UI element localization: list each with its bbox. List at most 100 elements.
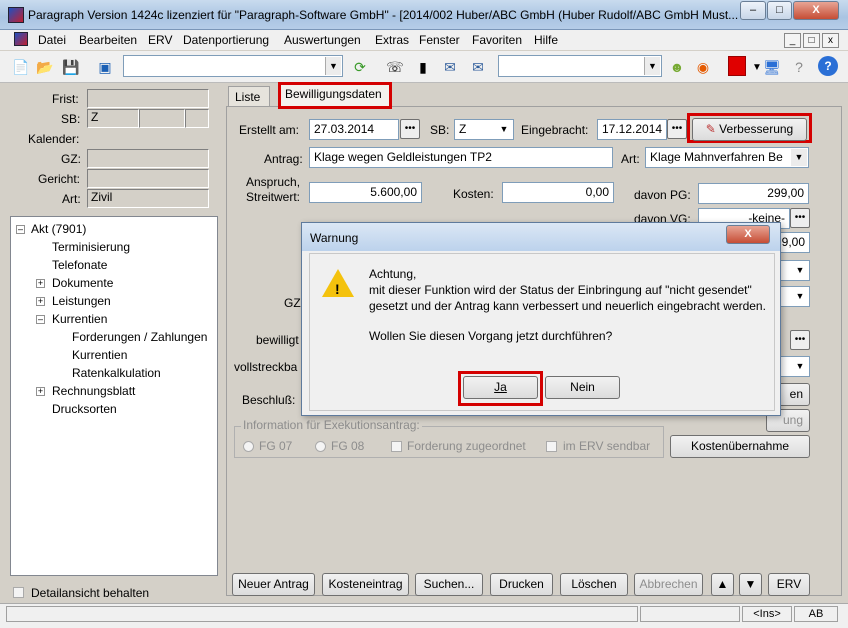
menu-favoriten[interactable]: Favoriten (472, 33, 522, 47)
gz-field (87, 149, 209, 168)
tree-item-dokumente[interactable]: Dokumente (52, 276, 113, 290)
erstellt-input[interactable]: 27.03.2014 (309, 119, 399, 140)
detail-checkbox-label: Detailansicht behalten (31, 586, 150, 600)
chevron-down-icon[interactable]: ▼ (791, 149, 807, 166)
mobile-phone-icon[interactable]: ▮ (414, 58, 432, 76)
dialog-close-button[interactable]: X (726, 225, 770, 244)
tree-item-kurrentien-sub[interactable]: Kurrentien (72, 348, 127, 362)
collapse-icon[interactable]: – (36, 315, 45, 324)
frist-label: Frist: (52, 92, 79, 106)
maximize-button[interactable]: □ (767, 1, 792, 20)
phone-icon[interactable]: ☏ (386, 58, 404, 76)
drucken-button[interactable]: Drucken (490, 573, 553, 596)
menu-fenster[interactable]: Fenster (419, 33, 460, 47)
move-up-button[interactable]: ▲ (711, 573, 734, 596)
kosten-input[interactable]: 0,00 (502, 182, 614, 203)
neuer-antrag-button[interactable]: Neuer Antrag (232, 573, 315, 596)
chevron-down-icon[interactable]: ▼ (792, 262, 808, 279)
date-picker-button[interactable]: ••• (400, 119, 420, 139)
doc-icon[interactable] (14, 32, 28, 46)
gericht-label: Gericht: (38, 172, 81, 186)
close-button[interactable]: X (793, 1, 839, 20)
menu-erv[interactable]: ERV (148, 33, 172, 47)
move-down-button[interactable]: ▼ (739, 573, 762, 596)
suchen-button[interactable]: Suchen... (415, 573, 483, 596)
help-icon[interactable]: ? (818, 56, 838, 76)
tree-item-ratenkalkulation[interactable]: Ratenkalkulation (72, 366, 161, 380)
monitor-icon[interactable]: 🖥 (763, 58, 781, 76)
title-bar: Paragraph Version 1424c lizenziert für "… (0, 0, 848, 30)
expand-icon[interactable]: + (36, 297, 45, 306)
mdi-close-button[interactable]: x (822, 33, 839, 48)
user-indicator: AB (794, 606, 838, 622)
menu-hilfe[interactable]: Hilfe (534, 33, 558, 47)
erv-button[interactable]: ERV (768, 573, 810, 596)
menu-datenportierung[interactable]: Datenportierung (183, 33, 269, 47)
tree-item-leistungen[interactable]: Leistungen (52, 294, 111, 308)
open-mail-icon[interactable]: ✉ (469, 58, 487, 76)
minimize-button[interactable]: – (740, 1, 766, 20)
streitwert-label: Streitwert: (246, 190, 301, 204)
case-tree[interactable]: – Akt (7901) Terminisierung Telefonate +… (10, 216, 218, 576)
red-square-icon[interactable] (728, 56, 746, 76)
tree-item-rechnungsblatt[interactable]: Rechnungsblatt (52, 384, 135, 398)
gz-label: GZ: (61, 152, 81, 166)
date-picker-button-2[interactable]: ••• (667, 119, 687, 139)
tab-liste[interactable]: Liste (228, 86, 270, 106)
expand-icon[interactable]: + (36, 387, 45, 396)
chevron-down-icon[interactable]: ▼ (792, 358, 808, 375)
tree-item-drucksorten[interactable]: Drucksorten (52, 402, 117, 416)
davon-vg-button[interactable]: ••• (790, 208, 810, 228)
mdi-restore-button[interactable]: □ (803, 33, 820, 48)
art-select[interactable]: Klage Mahnverfahren Be (645, 147, 809, 168)
tree-item-terminisierung[interactable]: Terminisierung (52, 240, 130, 254)
bewilligt-button[interactable]: ••• (790, 330, 810, 350)
save-icon[interactable]: 💾 (62, 58, 80, 76)
open-folder-icon[interactable]: 📂 (36, 58, 54, 76)
collapse-icon[interactable]: – (16, 225, 25, 234)
window-icon[interactable]: ▣ (96, 58, 114, 76)
toolbar-combo-1[interactable]: ▼ (123, 55, 343, 77)
info-group-title: Information für Exekutionsantrag: (241, 418, 422, 432)
mdi-minimize-button[interactable]: _ (784, 33, 801, 48)
kostenuebernahme-button[interactable]: Kostenübernahme (670, 435, 810, 458)
forderung-label: Forderung zugeordnet (407, 439, 526, 453)
antrag-input[interactable]: Klage wegen Geldleistungen TP2 (309, 147, 613, 168)
bewilligt-label: bewilligt (256, 333, 299, 347)
new-file-icon[interactable]: 📄 (12, 58, 30, 76)
fg07-radio (243, 441, 254, 452)
ja-button[interactable]: Ja (463, 376, 538, 399)
chevron-down-icon[interactable]: ▼ (792, 288, 808, 305)
help-gray-icon[interactable]: ? (790, 58, 808, 76)
tree-item-forderungen[interactable]: Forderungen / Zahlungen (72, 330, 207, 344)
abbrechen-button: Abbrechen (634, 573, 703, 596)
toolbar-combo-2[interactable]: ▼ (498, 55, 662, 77)
sb-field: Z (87, 109, 139, 128)
kosteneintrag-button[interactable]: Kosteneintrag (322, 573, 409, 596)
streitwert-input[interactable]: 5.600,00 (309, 182, 422, 203)
erv-sendbar-checkbox (546, 441, 557, 452)
tree-item-akt[interactable]: Akt (7901) (31, 222, 86, 236)
vollstreckbar-label: vollstreckba (234, 360, 298, 374)
eingebracht-label: Eingebracht: (521, 123, 589, 137)
target-icon[interactable]: ◉ (694, 58, 712, 76)
eingebracht-input[interactable]: 17.12.2014 (597, 119, 667, 140)
tab-bewilligungsdaten[interactable]: Bewilligungsdaten (278, 82, 392, 109)
loeschen-button[interactable]: Löschen (560, 573, 628, 596)
menu-bearbeiten[interactable]: Bearbeiten (79, 33, 137, 47)
verbesserung-button[interactable]: ✎ Verbesserung (692, 118, 807, 141)
mail-icon[interactable]: ✉ (441, 58, 459, 76)
expand-icon[interactable]: + (36, 279, 45, 288)
davon-pg-input[interactable]: 299,00 (698, 183, 809, 204)
tree-item-telefonate[interactable]: Telefonate (52, 258, 107, 272)
menu-extras[interactable]: Extras (375, 33, 409, 47)
tree-item-kurrentien[interactable]: Kurrentien (52, 312, 107, 326)
davon-pg-label: davon PG: (634, 188, 691, 202)
nein-button[interactable]: Nein (545, 376, 620, 399)
menu-auswertungen[interactable]: Auswertungen (284, 33, 361, 47)
detail-checkbox[interactable] (13, 587, 24, 598)
menu-datei[interactable]: Datei (38, 33, 66, 47)
refresh-folder-icon[interactable]: ⟳ (351, 58, 369, 76)
chevron-down-icon[interactable]: ▼ (496, 121, 512, 138)
users-icon[interactable]: ☻ (668, 58, 686, 76)
